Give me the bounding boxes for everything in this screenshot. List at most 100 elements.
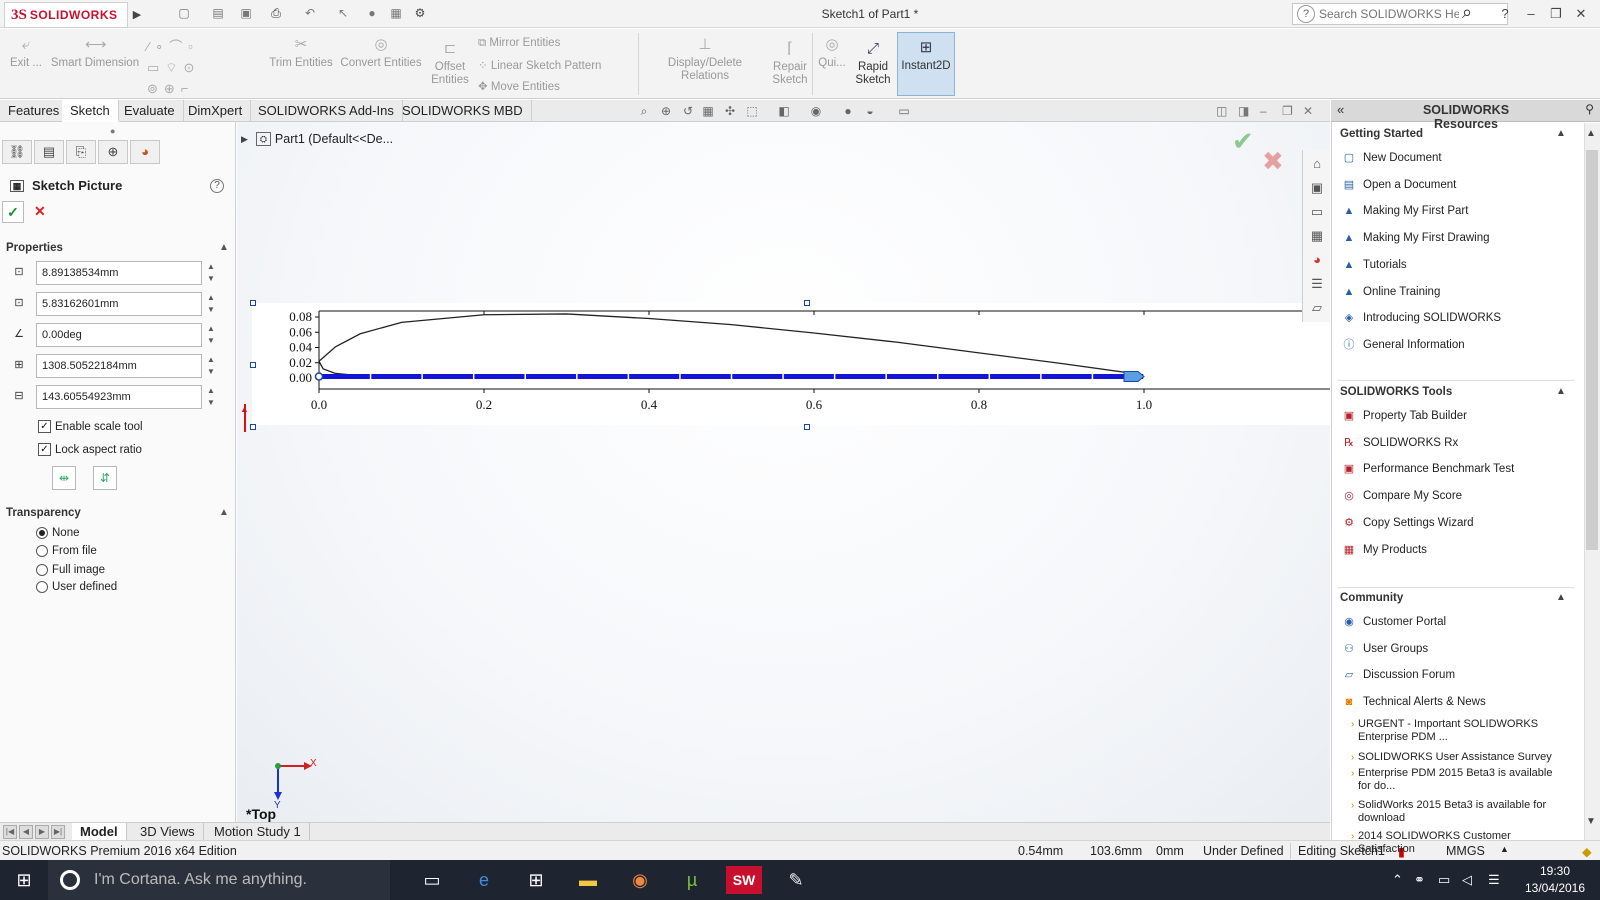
solidworks-logo[interactable]: 3S SOLIDWORKS (4, 2, 128, 28)
chrome-icon[interactable]: ◉ (622, 866, 658, 894)
confirm-cancel-icon[interactable]: ✖ (1262, 146, 1284, 177)
scrollbar-thumb[interactable] (1586, 150, 1598, 550)
featuremanager-flyout[interactable]: ▶ ⛭ Part1 (Default<<De... (241, 132, 393, 146)
graphics-tile-icon[interactable]: ◫ (1216, 104, 1227, 118)
task-pane-link[interactable]: ▢ New Document (1341, 150, 1442, 166)
task-pane-link[interactable]: ▲ Online Training (1341, 284, 1441, 300)
task-pane-link[interactable]: ▣ Performance Benchmark Test (1341, 461, 1514, 477)
exit-sketch-button[interactable]: ⤶ Exit ... (6, 36, 46, 70)
task-pane-link[interactable]: ▲ Tutorials (1341, 257, 1407, 273)
graphics-minimize-icon[interactable]: – (1260, 104, 1267, 118)
rebuild-icon[interactable]: ● (364, 6, 380, 21)
expand-arrow-icon[interactable]: ▶ (241, 134, 248, 145)
angle-input[interactable] (36, 323, 202, 347)
origin-x-input[interactable] (36, 261, 202, 285)
task-pane-link[interactable]: ◈ Introducing SOLIDWORKS (1341, 310, 1501, 326)
last-tab-icon[interactable]: ▶| (51, 825, 65, 839)
ok-button[interactable]: ✓ (2, 201, 24, 223)
help-menu-icon[interactable]: ? (1494, 4, 1516, 24)
save-icon[interactable]: ▣ (238, 6, 254, 21)
news-item[interactable]: › URGENT - Important SOLIDWORKS Enterpris… (1351, 718, 1558, 744)
options-gear-icon[interactable]: ⚙ (412, 6, 428, 21)
task-pane-link[interactable]: ▲ Making My First Part (1341, 203, 1469, 219)
undo-icon[interactable]: ↶ (302, 6, 318, 21)
spinner-icon[interactable]: ▲ ▼ (206, 385, 216, 409)
task-pane-link[interactable]: ◙ Technical Alerts & News (1341, 694, 1486, 710)
scroll-down-icon[interactable]: ▼ (1586, 816, 1596, 827)
origin-y-input[interactable] (36, 292, 202, 316)
display-relations-button[interactable]: ⊥ Display/Delete Relations (643, 36, 767, 83)
zoom-to-area-icon[interactable]: ⊕ (658, 104, 674, 118)
tools-header[interactable]: SOLIDWORKS Tools (1340, 386, 1452, 398)
volume-icon[interactable]: ◁ (1462, 872, 1472, 888)
first-tab-icon[interactable]: |◀ (3, 825, 17, 839)
task-pane-link[interactable]: ▱ Discussion Forum (1341, 667, 1455, 683)
cortana-search[interactable]: I'm Cortana. Ask me anything. (48, 860, 390, 900)
featuremanager-tab-icon[interactable]: ⛓ (2, 140, 32, 164)
width-input[interactable] (36, 354, 202, 378)
graphics-close-icon[interactable]: ✕ (1303, 104, 1313, 118)
transparency-none-radio[interactable]: None (36, 527, 80, 539)
confirm-ok-icon[interactable]: ✔ (1232, 126, 1254, 157)
task-pane-link[interactable]: ▦ My Products (1341, 542, 1427, 558)
repair-sketch-button[interactable]: ⌈ Repair Sketch (770, 40, 810, 87)
properties-group-header[interactable]: Properties (6, 242, 63, 254)
dynamic-annotation-icon[interactable]: ✣ (722, 104, 738, 118)
task-pane-link[interactable]: ▲ Making My First Drawing (1341, 230, 1490, 246)
spinner-icon[interactable]: ▲ ▼ (206, 323, 216, 347)
community-header[interactable]: Community (1340, 592, 1403, 604)
cancel-button[interactable]: ✕ (34, 203, 46, 220)
help-icon[interactable]: ? (210, 179, 224, 193)
spinner-icon[interactable]: ▲ ▼ (206, 292, 216, 316)
view-settings-icon[interactable]: ▭ (896, 104, 912, 118)
tab-3d-views[interactable]: 3D Views (132, 823, 204, 841)
tab-features[interactable]: Features (0, 100, 69, 122)
scroll-up-icon[interactable]: ▲ (1586, 128, 1596, 139)
getting-started-header[interactable]: Getting Started (1340, 128, 1423, 140)
forum-tab-icon[interactable]: ▱ (1307, 298, 1327, 318)
file-explorer-taskbar-icon[interactable]: ▬ (570, 866, 606, 894)
custom-properties-icon[interactable]: ☰ (1307, 274, 1327, 294)
notifications-icon[interactable]: ☰ (1488, 872, 1500, 888)
edge-browser-icon[interactable]: e (466, 866, 502, 894)
transparency-from-file-radio[interactable]: From file (36, 545, 97, 557)
graphics-area[interactable] (237, 122, 1330, 822)
spinner-icon[interactable]: ▲ ▼ (206, 354, 216, 378)
tray-arrow-icon[interactable]: ⌃ (1392, 872, 1403, 888)
file-properties-icon[interactable]: ▦ (388, 6, 404, 21)
search-magnifier-icon[interactable]: ⌕ (1462, 2, 1472, 23)
home-icon[interactable]: ⌂ (1307, 154, 1327, 174)
offset-entities-button[interactable]: ⊏ Offset Entities (428, 40, 472, 87)
utorrent-icon[interactable]: µ (674, 866, 710, 894)
lock-aspect-checkbox[interactable]: ✓ Lock aspect ratio (38, 443, 142, 456)
help-search[interactable]: ? (1292, 3, 1508, 25)
tab-motion-study[interactable]: Motion Study 1 (206, 823, 310, 841)
new-document-icon[interactable]: ▢ (176, 6, 192, 21)
help-search-input[interactable] (1319, 7, 1459, 21)
convert-entities-button[interactable]: ◎ Convert Entities (338, 36, 424, 70)
panel-splitter-icon[interactable]: ● (110, 126, 115, 136)
task-pane-link[interactable]: ◎ Compare My Score (1341, 488, 1462, 504)
transparency-full-image-radio[interactable]: Full image (36, 564, 105, 576)
close-icon[interactable]: ✕ (1570, 4, 1592, 24)
transparency-group-header[interactable]: Transparency (6, 507, 81, 519)
resize-handle[interactable] (250, 424, 256, 430)
select-icon[interactable]: ↖ (335, 6, 351, 21)
tab-mbd[interactable]: SOLIDWORKS MBD (394, 100, 532, 122)
news-item[interactable]: › SolidWorks 2015 Beta3 is available for … (1351, 799, 1558, 825)
instant2d-button[interactable]: ⊞ Instant2D (897, 32, 955, 96)
collapse-chevron-icon[interactable]: ▲ (1556, 386, 1566, 397)
tray-app-icon[interactable]: ⚭ (1414, 872, 1425, 888)
news-item[interactable]: › Enterprise PDM 2015 Beta3 is available … (1351, 767, 1558, 793)
hide-show-icon[interactable]: ◉ (808, 104, 824, 118)
dimxpertmanager-tab-icon[interactable]: ⊕ (98, 140, 128, 164)
propertymanager-tab-icon[interactable]: ▤ (34, 140, 64, 164)
collapse-chevron-icon[interactable]: ▲ (1556, 592, 1566, 603)
resize-handle[interactable] (250, 362, 256, 368)
tab-addins[interactable]: SOLIDWORKS Add-Ins (250, 100, 403, 122)
design-library-icon[interactable]: ▣ (1307, 178, 1327, 198)
collapse-chevron-icon[interactable]: ▲ (219, 507, 229, 518)
view-palette-icon[interactable]: ▦ (1307, 226, 1327, 246)
height-input[interactable] (36, 385, 202, 409)
collapse-chevron-icon[interactable]: ▲ (1556, 128, 1566, 139)
